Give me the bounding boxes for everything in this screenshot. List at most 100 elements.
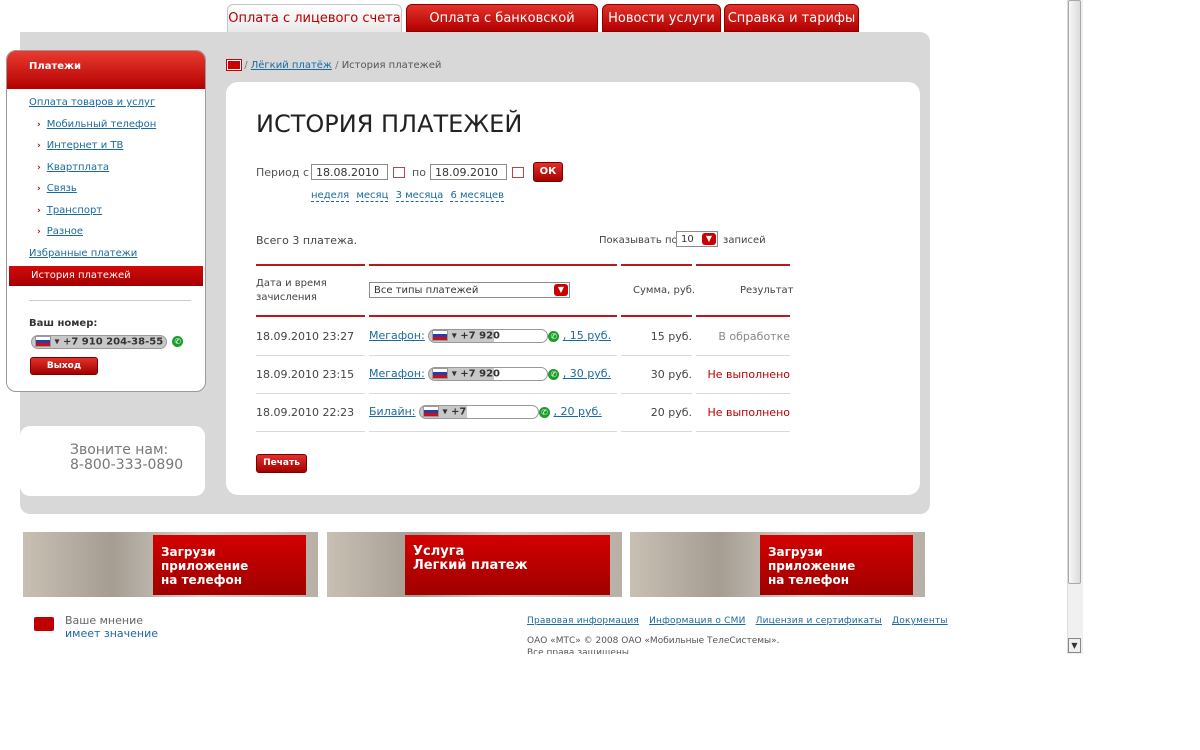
call-us-box: Звоните нам: 8-800-333-0890 [20,426,205,496]
divider [621,393,692,394]
breadcrumb: / Лёгкий платёж / История платежей [226,59,442,71]
divider [256,355,365,356]
divider [256,264,365,266]
period-week[interactable]: неделя [311,190,350,202]
banner-app-download[interactable]: Загрузи приложение на телефон [630,532,925,597]
date-to-input[interactable]: 18.09.2010 [430,164,507,180]
envelope-icon[interactable] [34,617,54,631]
divider [29,300,191,301]
sidebar-item-communication[interactable]: › Связь [37,183,77,194]
payment-operator-link[interactable]: Мегафон: [369,367,425,380]
footer-link-documents[interactable]: Документы [892,616,948,626]
footer-links: Правовая информация Информация о СМИ Лиц… [527,616,948,626]
sidebar-item-favorites[interactable]: Избранные платежи [29,248,137,259]
phone-display: ▾ +7 [419,405,540,419]
phone-display: ▾ +7 910 204-38-55 [31,334,168,349]
sidebar-item-internet-tv[interactable]: › Интернет и ТВ [37,140,123,151]
banner-text: Загрузи приложение на телефон [760,535,913,595]
payment-operator-link[interactable]: Билайн: [369,405,416,418]
feedback-link[interactable]: Ваше мнение имеет значение [65,614,158,640]
payment-operator-link[interactable]: Мегафон: [369,329,425,342]
divider [369,431,617,432]
table-row: Билайн: ▾ +7 ✆ , 20 руб. [369,405,602,419]
payment-amount-link[interactable]: , 20 руб. [554,405,602,418]
divider [256,315,365,317]
home-icon[interactable] [226,59,242,71]
your-number: ▾ +7 910 204-38-55 ✆ [31,331,184,350]
print-button[interactable]: Печать [256,454,307,473]
table-row: Мегафон: ▾ +7 920 ✆ , 15 руб. [369,329,611,343]
divider [696,355,790,356]
divider [369,315,617,317]
sidebar-item-history[interactable]: История платежей [9,266,203,286]
divider [369,393,617,394]
sidebar-item-goods-services[interactable]: Оплата товаров и услуг [29,97,155,108]
phone-call-icon: ✆ [539,406,551,418]
calendar-icon[interactable] [512,167,524,178]
divider [369,264,617,266]
col-header-sum: Сумма, руб. [633,285,696,296]
breadcrumb-separator: / [244,60,248,71]
chevron-down-icon: ▼ [554,284,568,296]
banner-app-download[interactable]: Загрузи приложение на телефон [23,532,318,597]
footer-link-licenses[interactable]: Лицензия и сертификаты [756,616,882,626]
main-panel: ИСТОРИЯ ПЛАТЕЖЕЙ Период с 18.08.2010 по … [226,82,920,495]
divider [256,393,365,394]
row-date: 18.09.2010 23:15 [256,368,355,381]
quick-periods: неделя месяц 3 месяца 6 месяцев [311,190,505,202]
tab-card-payment[interactable]: Оплата с банковской карты [406,4,598,54]
banner-easy-payment[interactable]: Услуга Легкий платеж [327,532,622,597]
scrollbar-thumb[interactable] [1068,0,1081,584]
phone-display: ▾ +7 920 [428,329,549,343]
calendar-icon[interactable] [393,167,405,178]
period-6-months[interactable]: 6 месяцев [450,190,505,202]
phone-call-icon: ✆ [548,368,560,380]
col-header-result: Результат [740,285,794,296]
tab-help-tariffs[interactable]: Справка и тарифы [724,4,859,32]
sidebar: Платежи Оплата товаров и услуг › Мобильны… [6,50,206,392]
period-month[interactable]: месяц [356,190,389,202]
row-sum: 30 руб. [650,368,692,381]
divider [256,431,365,432]
banner-text: Услуга Легкий платеж [405,535,610,595]
row-result-failed: Не выполнено [707,406,790,419]
phone-call-icon: ✆ [548,330,560,342]
russia-flag-icon [423,406,440,417]
call-us-label: Звоните нам: [70,442,169,458]
ok-button[interactable]: ОК [533,162,563,182]
tab-account-payment[interactable]: Оплата с лицевого счета [227,4,402,32]
chevron-right-icon: › [37,141,41,151]
divider [621,315,692,317]
row-date: 18.09.2010 23:27 [256,330,355,343]
footer-link-media[interactable]: Информация о СМИ [649,616,745,626]
footer-link-legal[interactable]: Правовая информация [527,616,639,626]
breadcrumb-easy-payment[interactable]: Лёгкий платёж [251,60,332,71]
logout-button[interactable]: Выход [30,357,98,375]
sidebar-item-misc[interactable]: › Разное [37,226,83,237]
sidebar-item-rent[interactable]: › Квартплата [37,162,109,173]
russia-flag-icon [432,368,449,379]
row-result-failed: Не выполнено [707,368,790,381]
payment-amount-link[interactable]: , 15 руб. [563,329,611,342]
chevron-right-icon: › [37,227,41,237]
call-us-phone: 8-800-333-0890 [70,457,184,473]
payment-type-filter[interactable]: Все типы платежей ▼ [369,282,570,298]
payment-amount-link[interactable]: , 30 руб. [563,367,611,380]
phone-display: ▾ +7 920 [428,367,549,381]
period-3-months[interactable]: 3 месяца [395,190,444,202]
page-title: ИСТОРИЯ ПЛАТЕЖЕЙ [256,110,523,138]
divider [621,355,692,356]
breadcrumb-current: История платежей [341,60,442,71]
sidebar-item-transport[interactable]: › Транспорт [37,205,102,216]
per-page-select[interactable]: 10 ▼ [676,231,718,247]
divider [696,264,790,266]
divider [696,431,790,432]
row-sum: 20 руб. [650,406,692,419]
total-payments: Всего 3 платежа. [256,234,358,247]
chevron-right-icon: › [37,206,41,216]
chevron-down-icon: ▼ [702,233,716,245]
tab-news[interactable]: Новости услуги [602,4,721,32]
scroll-down-icon[interactable]: ▼ [1068,638,1081,653]
sidebar-item-mobile[interactable]: › Мобильный телефон [37,119,156,130]
date-from-input[interactable]: 18.08.2010 [311,164,388,180]
